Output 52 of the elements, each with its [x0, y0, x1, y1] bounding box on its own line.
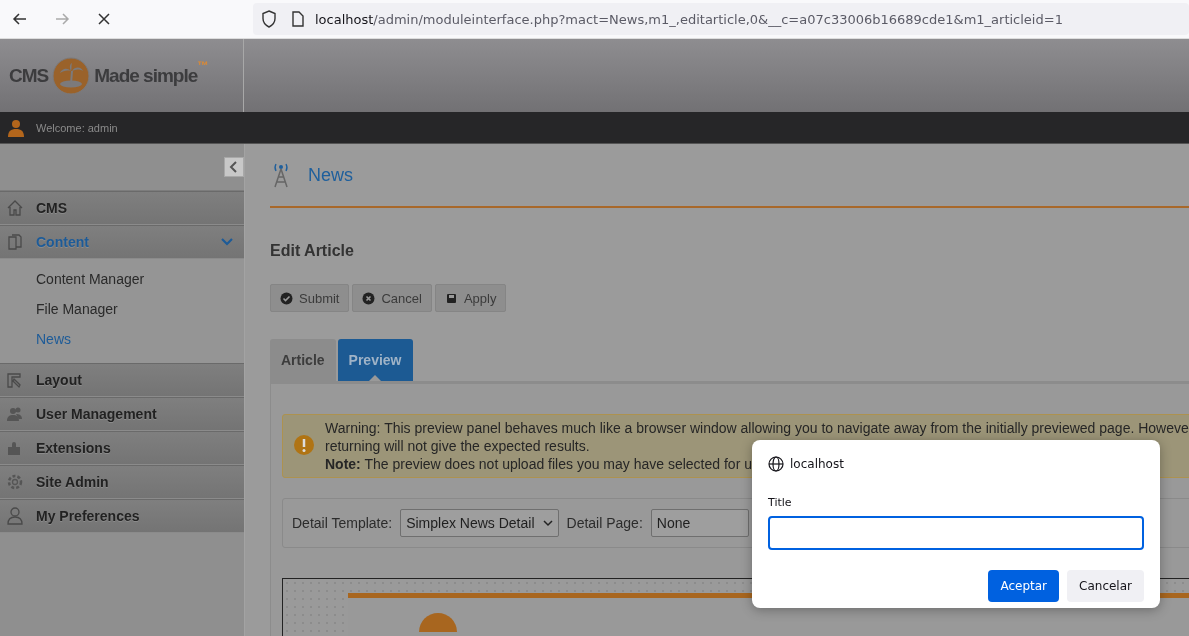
option-label: Detail Template:	[292, 515, 393, 531]
toolbar-button[interactable]: Submit	[270, 284, 350, 312]
warning-text: returning will not give the expected results.	[325, 437, 590, 455]
user-icon	[8, 118, 24, 137]
sidebar-item[interactable]: Site Admin	[0, 465, 244, 499]
sidebar-icon	[6, 405, 24, 423]
sidebar-item[interactable]: My Preferences	[0, 499, 244, 533]
template-dropdown[interactable]: Simplex News Detail	[400, 509, 559, 537]
section-heading: Edit Article	[270, 242, 355, 261]
tab[interactable]: Article	[270, 339, 336, 381]
submenu-item[interactable]: Content Manager	[0, 265, 244, 295]
sidebar-item[interactable]: User Management	[0, 397, 244, 431]
sidebar-item[interactable]: CMS	[0, 191, 244, 225]
globe-icon	[768, 456, 784, 472]
shield-icon[interactable]	[261, 10, 277, 28]
dialog-origin: localhost	[790, 457, 844, 471]
sidebar-icon	[6, 371, 24, 389]
page-icon	[291, 11, 305, 27]
url-path[interactable]: /admin/moduleinterface.php?mact=News,m1_,editarticle,0&__c=a07c33006b16689cde1&m1_articleid=1	[373, 11, 1063, 27]
chevron-down-icon	[220, 237, 234, 247]
sidebar-icon	[6, 199, 24, 217]
option-label: Detail Page:	[566, 515, 643, 531]
page-field[interactable]: None	[650, 509, 749, 537]
accept-button[interactable]: Aceptar	[988, 570, 1060, 602]
cancel-button[interactable]: Cancelar	[1067, 570, 1144, 602]
sidebar-icon	[6, 233, 24, 251]
warning-text: Note: The preview does not upload files you may have selected for u	[325, 455, 752, 473]
sidebar-item[interactable]: Extensions	[0, 431, 244, 465]
page-title: News	[308, 164, 353, 186]
collapse-button[interactable]	[224, 157, 244, 177]
submenu-item[interactable]: File Manager	[0, 295, 244, 325]
check-circle-icon	[280, 291, 293, 305]
submenu-item[interactable]: News	[0, 325, 244, 355]
sidebar-icon	[6, 507, 24, 525]
welcome-text: Welcome: admin	[36, 121, 118, 134]
sidebar-item[interactable]: Layout	[0, 363, 244, 397]
warning-icon	[293, 434, 315, 458]
trademark-mark: ™	[197, 59, 209, 71]
chevron-down-icon	[542, 519, 553, 527]
logo-text: CMS	[9, 63, 49, 88]
tab[interactable]: Preview	[337, 339, 413, 381]
title-input-field[interactable]	[768, 516, 1144, 550]
island-logo-icon	[52, 56, 91, 95]
toolbar-button[interactable]: Cancel	[352, 284, 432, 312]
field-label: Title	[768, 496, 793, 509]
cross-circle-icon	[362, 291, 376, 305]
chevron-left-icon	[229, 161, 239, 173]
sidebar-icon	[6, 473, 24, 491]
url-host[interactable]: localhost	[315, 11, 374, 27]
toolbar-button[interactable]: Apply	[434, 284, 507, 312]
warning-text: Warning: This preview panel behaves much like a browser window allowing you to navigate away from the initially previewed page. Howeve	[325, 419, 1189, 437]
logo-text: Made simple	[94, 63, 198, 88]
